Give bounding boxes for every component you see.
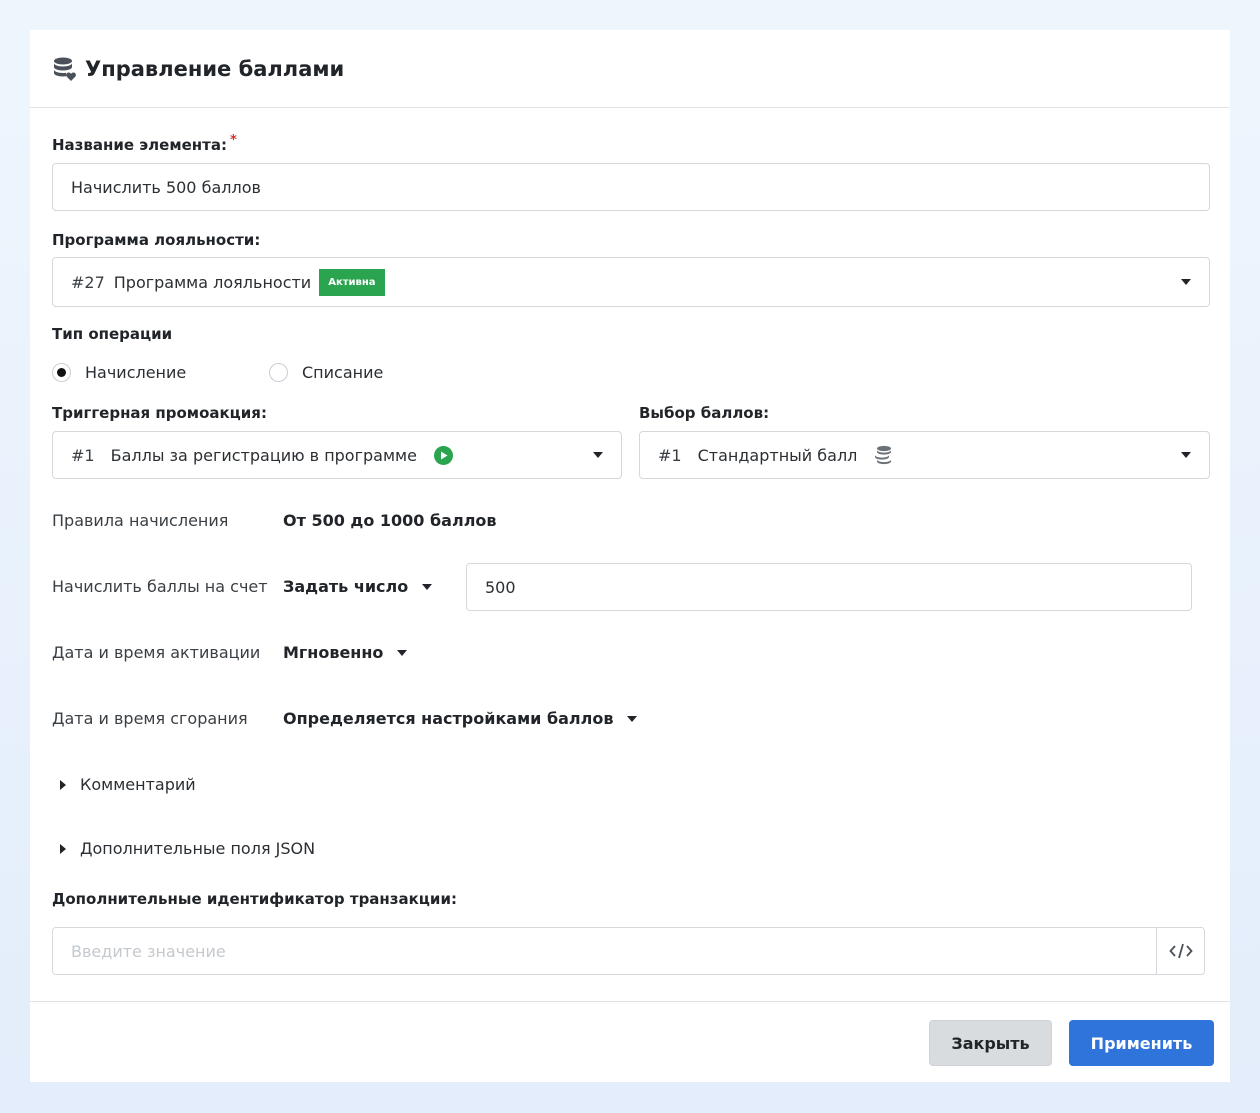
activation-dropdown[interactable]: Мгновенно bbox=[283, 643, 408, 662]
transaction-label: Дополнительные идентификатор транзакции: bbox=[52, 890, 457, 908]
operation-label: Тип операции bbox=[52, 325, 173, 343]
chevron-right-icon bbox=[60, 779, 66, 790]
chevron-right-icon bbox=[60, 843, 66, 854]
program-select[interactable]: #27 Программа лояльности Активна bbox=[52, 257, 1210, 307]
radio-writeoff-control[interactable] bbox=[269, 363, 288, 382]
coins-icon bbox=[873, 445, 893, 465]
radio-accrual[interactable]: Начисление bbox=[52, 363, 186, 382]
radio-accrual-control[interactable] bbox=[52, 363, 71, 382]
expiry-dropdown[interactable]: Определяется настройками баллов bbox=[283, 709, 638, 728]
accrue-amount-input[interactable]: 500 bbox=[466, 563, 1192, 611]
trigger-select[interactable]: #1 Баллы за регистрацию в программе bbox=[52, 431, 622, 479]
chevron-down-icon bbox=[397, 649, 408, 656]
name-label: Название элемента: * bbox=[52, 133, 237, 154]
comment-toggle[interactable]: Комментарий bbox=[52, 775, 196, 794]
activation-label: Дата и время активации bbox=[52, 643, 261, 662]
expiry-label: Дата и время сгорания bbox=[52, 709, 248, 728]
chevron-down-icon bbox=[1181, 452, 1191, 458]
database-heart-icon bbox=[52, 56, 78, 82]
comment-toggle-label: Комментарий bbox=[80, 775, 196, 794]
json-fields-toggle[interactable]: Дополнительные поля JSON bbox=[52, 839, 315, 858]
name-input[interactable]: Начислить 500 баллов bbox=[52, 163, 1210, 211]
points-choice-value: Стандартный балл bbox=[697, 445, 858, 465]
apply-button[interactable]: Применить bbox=[1069, 1020, 1214, 1066]
status-badge: Активна bbox=[319, 268, 385, 296]
program-label: Программа лояльности: bbox=[52, 231, 261, 249]
dialog-footer: Закрыть Применить bbox=[30, 1001, 1230, 1082]
name-input-value: Начислить 500 баллов bbox=[71, 177, 261, 197]
trigger-number: #1 bbox=[71, 445, 95, 465]
accrue-label: Начислить баллы на счет bbox=[52, 577, 268, 596]
transaction-input-group bbox=[52, 927, 1205, 975]
accrue-mode-dropdown[interactable]: Задать число bbox=[283, 577, 433, 596]
play-circle-icon bbox=[433, 445, 453, 465]
dialog-title: Управление баллами bbox=[85, 56, 345, 81]
trigger-label: Триггерная промоакция: bbox=[52, 404, 267, 422]
transaction-input[interactable] bbox=[53, 928, 1156, 974]
rules-value: От 500 до 1000 баллов bbox=[283, 511, 497, 530]
close-button[interactable]: Закрыть bbox=[929, 1020, 1052, 1066]
code-icon bbox=[1168, 943, 1193, 959]
radio-writeoff[interactable]: Списание bbox=[269, 363, 383, 382]
chevron-down-icon bbox=[1181, 279, 1191, 285]
points-choice-label: Выбор баллов: bbox=[639, 404, 770, 422]
required-mark: * bbox=[229, 133, 237, 148]
program-value: Программа лояльности bbox=[113, 272, 312, 292]
expiry-value: Определяется настройками баллов bbox=[283, 709, 614, 728]
accrue-amount-value: 500 bbox=[485, 577, 516, 597]
chevron-down-icon bbox=[593, 452, 603, 458]
activation-value: Мгновенно bbox=[283, 643, 384, 662]
code-editor-button[interactable] bbox=[1156, 928, 1204, 974]
radio-writeoff-label: Списание bbox=[302, 363, 384, 382]
accrue-mode-value: Задать число bbox=[283, 577, 409, 596]
trigger-value: Баллы за регистрацию в программе bbox=[110, 445, 417, 465]
json-fields-toggle-label: Дополнительные поля JSON bbox=[80, 839, 316, 858]
chevron-down-icon bbox=[627, 715, 638, 722]
points-management-dialog: Управление баллами Название элемента: * Н… bbox=[30, 30, 1230, 1082]
name-label-text: Название элемента: bbox=[52, 136, 227, 154]
points-choice-select[interactable]: #1 Стандартный балл bbox=[639, 431, 1210, 479]
dialog-header: Управление баллами bbox=[30, 30, 1230, 108]
rules-label: Правила начисления bbox=[52, 511, 229, 530]
points-choice-number: #1 bbox=[658, 445, 682, 465]
program-number: #27 bbox=[71, 272, 105, 292]
radio-accrual-label: Начисление bbox=[85, 363, 187, 382]
chevron-down-icon bbox=[422, 583, 433, 590]
